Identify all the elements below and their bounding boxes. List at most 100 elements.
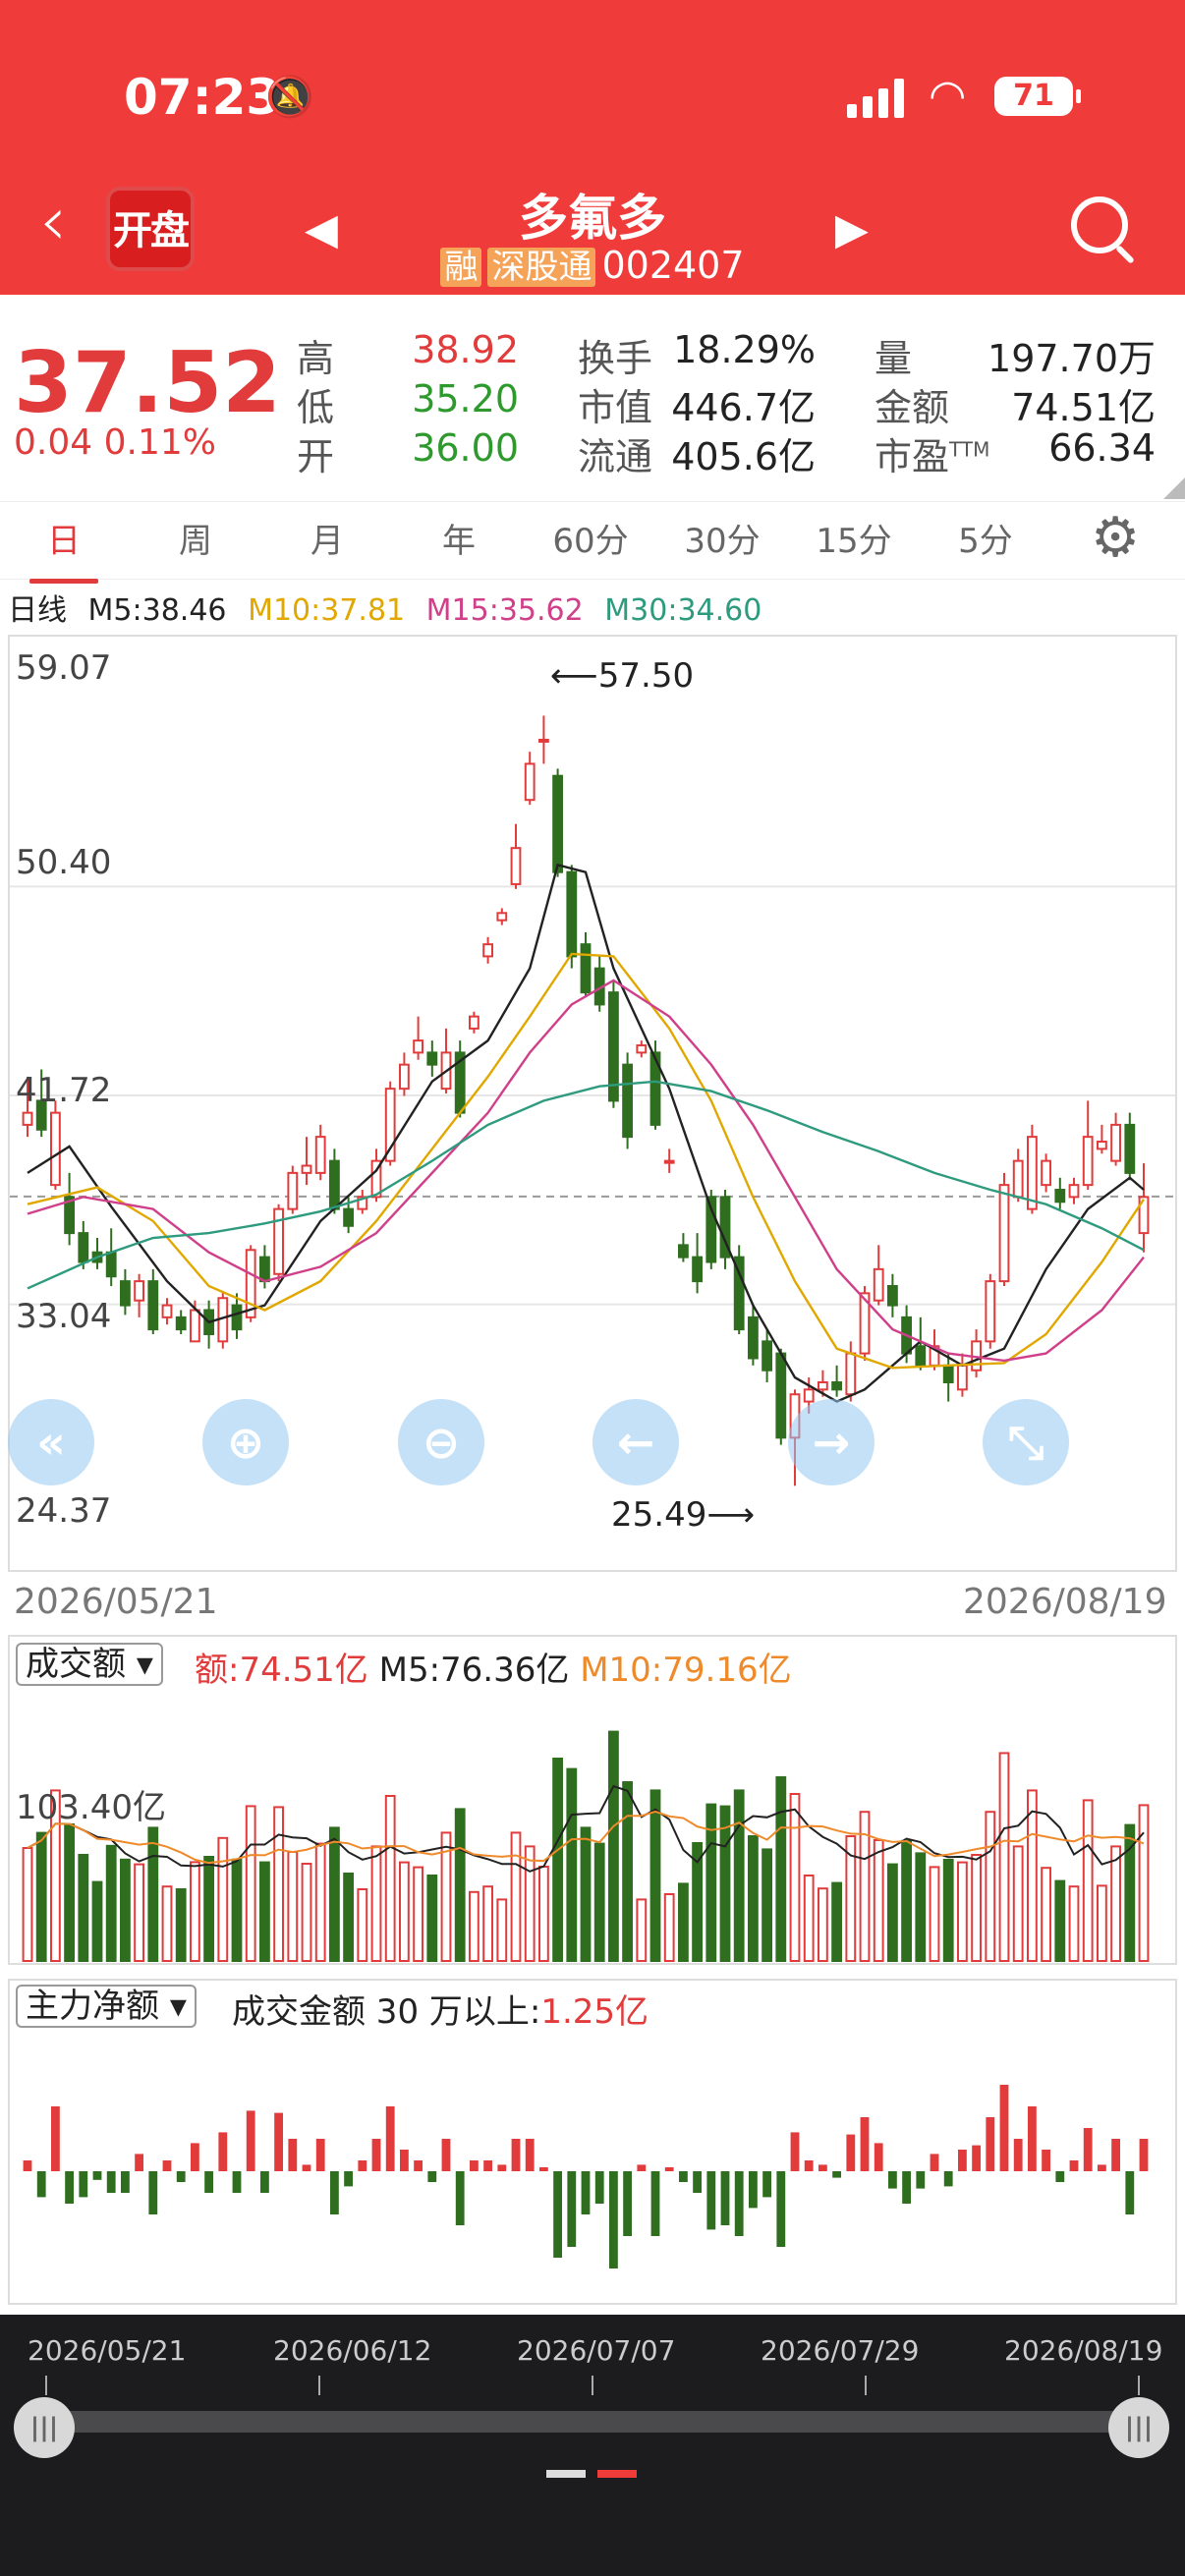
stock-code: 002407 — [601, 244, 745, 287]
next-stock-icon[interactable]: ▶ — [835, 204, 869, 254]
flow-bar — [1083, 2128, 1093, 2171]
candle — [1068, 1184, 1080, 1199]
candle — [845, 1352, 857, 1396]
quote-value-1: 35.20 — [412, 377, 519, 420]
flow-bar — [497, 2164, 507, 2171]
tab-7[interactable]: 5分 — [931, 514, 1040, 562]
tab-3[interactable]: 年 — [405, 514, 513, 562]
quote-panel: 37.52 0.04 0.11% 高 38.92 低 35.20 开 36.00 换手 18.… — [0, 295, 1185, 499]
pan-left-button[interactable]: ← — [592, 1399, 679, 1485]
search-icon[interactable] — [1071, 196, 1128, 253]
gear-icon[interactable]: ⚙ — [1091, 509, 1140, 568]
candle — [413, 1039, 424, 1054]
scroller-handle-left[interactable]: ||| — [14, 2397, 75, 2458]
flow-bar — [455, 2171, 465, 2225]
quote-sup: TTM — [949, 437, 990, 462]
volume-bar — [370, 1845, 382, 1962]
fullscreen-button[interactable]: ⤡ — [983, 1399, 1069, 1485]
volume-bar — [119, 1858, 131, 1962]
scroller-handle-right[interactable]: ||| — [1108, 2397, 1169, 2458]
volume-bar — [482, 1885, 494, 1963]
candle — [537, 738, 549, 743]
y-label-top: 59.07 — [16, 648, 112, 688]
ma-line-m30 — [27, 1080, 1145, 1290]
volume-bar — [147, 1826, 159, 1962]
flow-bar — [469, 2160, 479, 2171]
quote-label-8: 市盈TTM — [875, 435, 990, 478]
flow-bar — [762, 2171, 772, 2198]
candle — [49, 1111, 61, 1187]
volume-bar — [343, 1873, 355, 1962]
tab-0[interactable]: 日 — [10, 514, 118, 584]
high-annotation: ⟵57.50 — [550, 656, 695, 696]
flow-bar — [553, 2171, 563, 2258]
flow-bar — [92, 2171, 102, 2180]
flow-bar — [581, 2171, 591, 2214]
tab-6[interactable]: 15分 — [800, 514, 908, 562]
y-label-4: 33.04 — [16, 1297, 112, 1336]
flow-bar — [511, 2139, 521, 2171]
volume-bar — [719, 1805, 731, 1962]
candle — [803, 1388, 815, 1403]
flow-selector[interactable]: 主力净额 ▾ — [16, 1985, 197, 2028]
volume-m5: M5:76.36亿 — [378, 1651, 570, 1690]
candle — [663, 1159, 675, 1164]
wifi-icon: ◠ — [929, 71, 967, 121]
scroller-track[interactable] — [43, 2411, 1140, 2433]
candle — [258, 1256, 270, 1283]
chevron-down-icon: ▾ — [169, 1987, 187, 2026]
volume-bar — [1012, 1845, 1024, 1962]
flow-bar — [246, 2110, 255, 2171]
flow-bar — [259, 2171, 269, 2193]
flow-bar — [860, 2117, 870, 2171]
zoom-out-button[interactable]: ⊖ — [398, 1399, 484, 1485]
volume-bar — [663, 1893, 675, 1962]
volume-bar — [357, 1888, 368, 1962]
rewind-button[interactable]: « — [8, 1399, 94, 1485]
candle — [134, 1280, 145, 1302]
candle — [552, 774, 564, 873]
tab-1[interactable]: 周 — [141, 514, 250, 562]
volume-bar — [134, 1863, 145, 1963]
candle — [1012, 1159, 1024, 1199]
pan-right-button[interactable]: → — [788, 1399, 875, 1485]
volume-bar — [273, 1806, 285, 1962]
volume-bar — [231, 1858, 243, 1962]
volume-bar — [593, 1842, 605, 1963]
flow-bar — [1013, 2139, 1023, 2171]
chart-end-date: 2026/08/19 — [963, 1582, 1167, 1622]
volume-bar — [956, 1861, 968, 1963]
tab-2[interactable]: 月 — [273, 514, 381, 562]
tab-4[interactable]: 60分 — [536, 514, 645, 562]
quote-value-0: 38.92 — [412, 328, 519, 371]
volume-bar — [454, 1808, 466, 1962]
muted-bell-icon: 🔕 — [265, 75, 314, 120]
expand-corner-icon[interactable] — [1163, 477, 1185, 499]
scroller-tick — [865, 2376, 867, 2395]
flow-bar — [957, 2150, 967, 2171]
volume-bar — [942, 1859, 954, 1962]
volume-bar — [915, 1852, 927, 1962]
flow-bar — [623, 2171, 633, 2236]
flow-bar — [358, 2160, 367, 2171]
flow-bar — [1069, 2160, 1079, 2171]
volume-bar — [998, 1752, 1010, 1963]
app-header: 07:23 🔕 ◠ 71 ‹ 开盘 ◀ 多氟多 融深股通 002407 ▶ — [0, 0, 1185, 295]
volume-bar — [552, 1758, 564, 1962]
quote-value-8: 66.34 — [1048, 426, 1156, 470]
flow-bar — [818, 2164, 827, 2171]
chart-start-date: 2026/05/21 — [14, 1582, 218, 1622]
chevron-down-icon: ▾ — [136, 1645, 153, 1684]
volume-bar — [929, 1866, 940, 1962]
flow-bar — [385, 2106, 395, 2171]
volume-selector[interactable]: 成交额 ▾ — [16, 1643, 163, 1686]
candle — [1082, 1136, 1094, 1187]
flow-value: 1.25亿 — [540, 1992, 649, 2032]
zoom-in-button[interactable]: ⊕ — [202, 1399, 289, 1485]
volume-m10: M10:79.16亿 — [580, 1651, 792, 1690]
flow-bar — [344, 2171, 354, 2187]
volume-bar — [985, 1811, 996, 1962]
flow-bar — [120, 2171, 130, 2193]
candle — [692, 1256, 704, 1283]
tab-5[interactable]: 30分 — [668, 514, 776, 562]
